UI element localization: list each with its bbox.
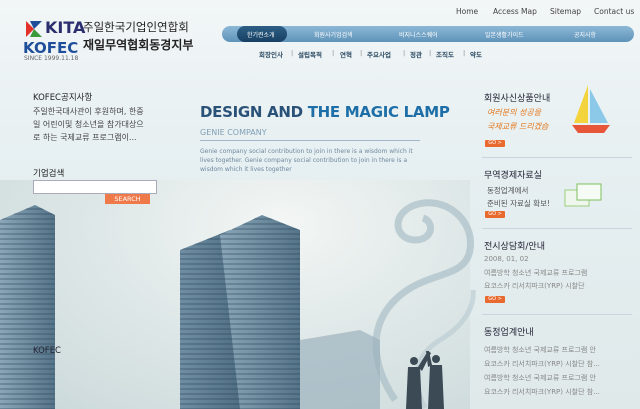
page: KITA KOFEC SINCE 1999.11.18 주일한국기업인연합회 재…: [0, 0, 640, 409]
nav-item-member-search[interactable]: 회원사기업검색: [314, 30, 353, 39]
notice-line[interactable]: 주일한국대사관이 후원하며, 한중: [33, 105, 144, 118]
subnav-divider: |: [360, 49, 363, 57]
home-link[interactable]: Home: [456, 7, 478, 16]
company-search-title: 기업검색: [33, 169, 65, 179]
hero-subtitle: GENIE COMPANY: [200, 128, 267, 137]
sailboat-icon: [572, 85, 610, 133]
kita-logo-icon: [26, 21, 42, 37]
industry-line[interactable]: 요코스카 리서치파크(YRP) 시찰단 참...: [484, 359, 600, 369]
member-products-title[interactable]: 회원사신상품안내: [484, 91, 550, 104]
industry-info-title[interactable]: 동정업계안내: [484, 325, 534, 338]
trade-archive-title[interactable]: 무역경제자료실: [484, 168, 542, 181]
industry-line[interactable]: 요코스카 리서치파크(YRP) 시찰단 참...: [484, 387, 600, 397]
subnav-map[interactable]: 약도: [470, 49, 482, 59]
subnav-purpose[interactable]: 설립목적: [298, 49, 322, 59]
subnav-divider: |: [332, 49, 335, 57]
industry-line[interactable]: 여름방학 청소년 국제교류 프로그램 안: [484, 345, 596, 355]
subnav-divider: |: [463, 49, 466, 57]
people-silhouette: [406, 351, 444, 409]
industry-line[interactable]: 여름방학 청소년 국제교류 프로그램 안: [484, 373, 596, 383]
nav-item-about[interactable]: 한기련소개: [247, 30, 275, 39]
notice-line[interactable]: 일 어린이및 청소년을 참가대상으: [33, 118, 144, 131]
logo-since-text: SINCE 1999.11.18: [24, 55, 79, 62]
exhibition-line[interactable]: 여름방학 청소년 국제교류 프로그램: [484, 268, 587, 278]
company-search-input[interactable]: [33, 180, 157, 194]
search-button-label: SEARCH: [114, 195, 141, 203]
notice-title[interactable]: KOFEC공지사항: [33, 91, 92, 103]
go-button[interactable]: GO >: [485, 140, 505, 147]
nav-item-notice[interactable]: 공지사항: [574, 30, 596, 39]
exhibition-date: 2008, 01, 02: [484, 255, 529, 263]
trade-line: 준비된 자료실 확보!: [487, 199, 550, 208]
hero-title: DESIGN AND THE MAGIC LAMP: [200, 103, 450, 121]
subnav-divider: |: [403, 49, 406, 57]
trade-line: 동정업계에서: [487, 186, 529, 195]
hero-body: Genie company social contribution to joi…: [200, 148, 413, 173]
sitemap-link[interactable]: Sitemap: [550, 7, 581, 16]
slogan-line: 국제교류 드리겠습: [487, 122, 549, 131]
hero-title-part1: DESIGN AND: [200, 103, 308, 121]
org-name-bottom: 재일무역협회동경지부: [83, 38, 194, 52]
section-divider: [482, 314, 632, 315]
section-divider: [482, 228, 632, 229]
section-divider: [482, 157, 632, 158]
subnav-greeting[interactable]: 회장인사: [259, 49, 283, 59]
subnav-history[interactable]: 연혁: [340, 49, 352, 59]
hero-divider: [200, 140, 420, 141]
skyscraper-image: [0, 205, 380, 409]
subnav-divider: |: [429, 49, 432, 57]
contact-us-link[interactable]: Contact us: [594, 7, 634, 16]
exhibition-line[interactable]: 요코스카 리서치파크(YRP) 시찰단: [484, 281, 585, 291]
hero-title-part2: THE MAGIC LAMP: [307, 103, 450, 121]
logo-kita-text[interactable]: KITA: [45, 18, 85, 37]
slogan-line: 여러분의 성공을: [487, 108, 542, 117]
access-map-link[interactable]: Access Map: [493, 7, 537, 16]
subnav-main-business[interactable]: 주요사업: [367, 49, 391, 59]
subnav-divider: |: [291, 49, 294, 57]
notice-line[interactable]: 로 하는 국제교류 프로그램이...: [33, 131, 137, 144]
documents-icon: [564, 183, 602, 207]
subnav-org-chart[interactable]: 조직도: [436, 49, 454, 59]
kofec-footer-label: KOFEC: [33, 346, 61, 356]
nav-item-life-guide[interactable]: 일본생활가이드: [485, 30, 524, 39]
org-name-top: 주일한국기업인연합회: [83, 20, 189, 34]
search-button[interactable]: SEARCH: [105, 194, 150, 204]
go-button[interactable]: GO >: [485, 296, 505, 303]
subnav-bylaws[interactable]: 정관: [410, 49, 422, 59]
go-button[interactable]: GO >: [485, 211, 505, 218]
nav-item-business-square[interactable]: 비지니스스퀘어: [399, 30, 438, 39]
exhibition-title[interactable]: 전시상담회/안내: [484, 239, 545, 252]
